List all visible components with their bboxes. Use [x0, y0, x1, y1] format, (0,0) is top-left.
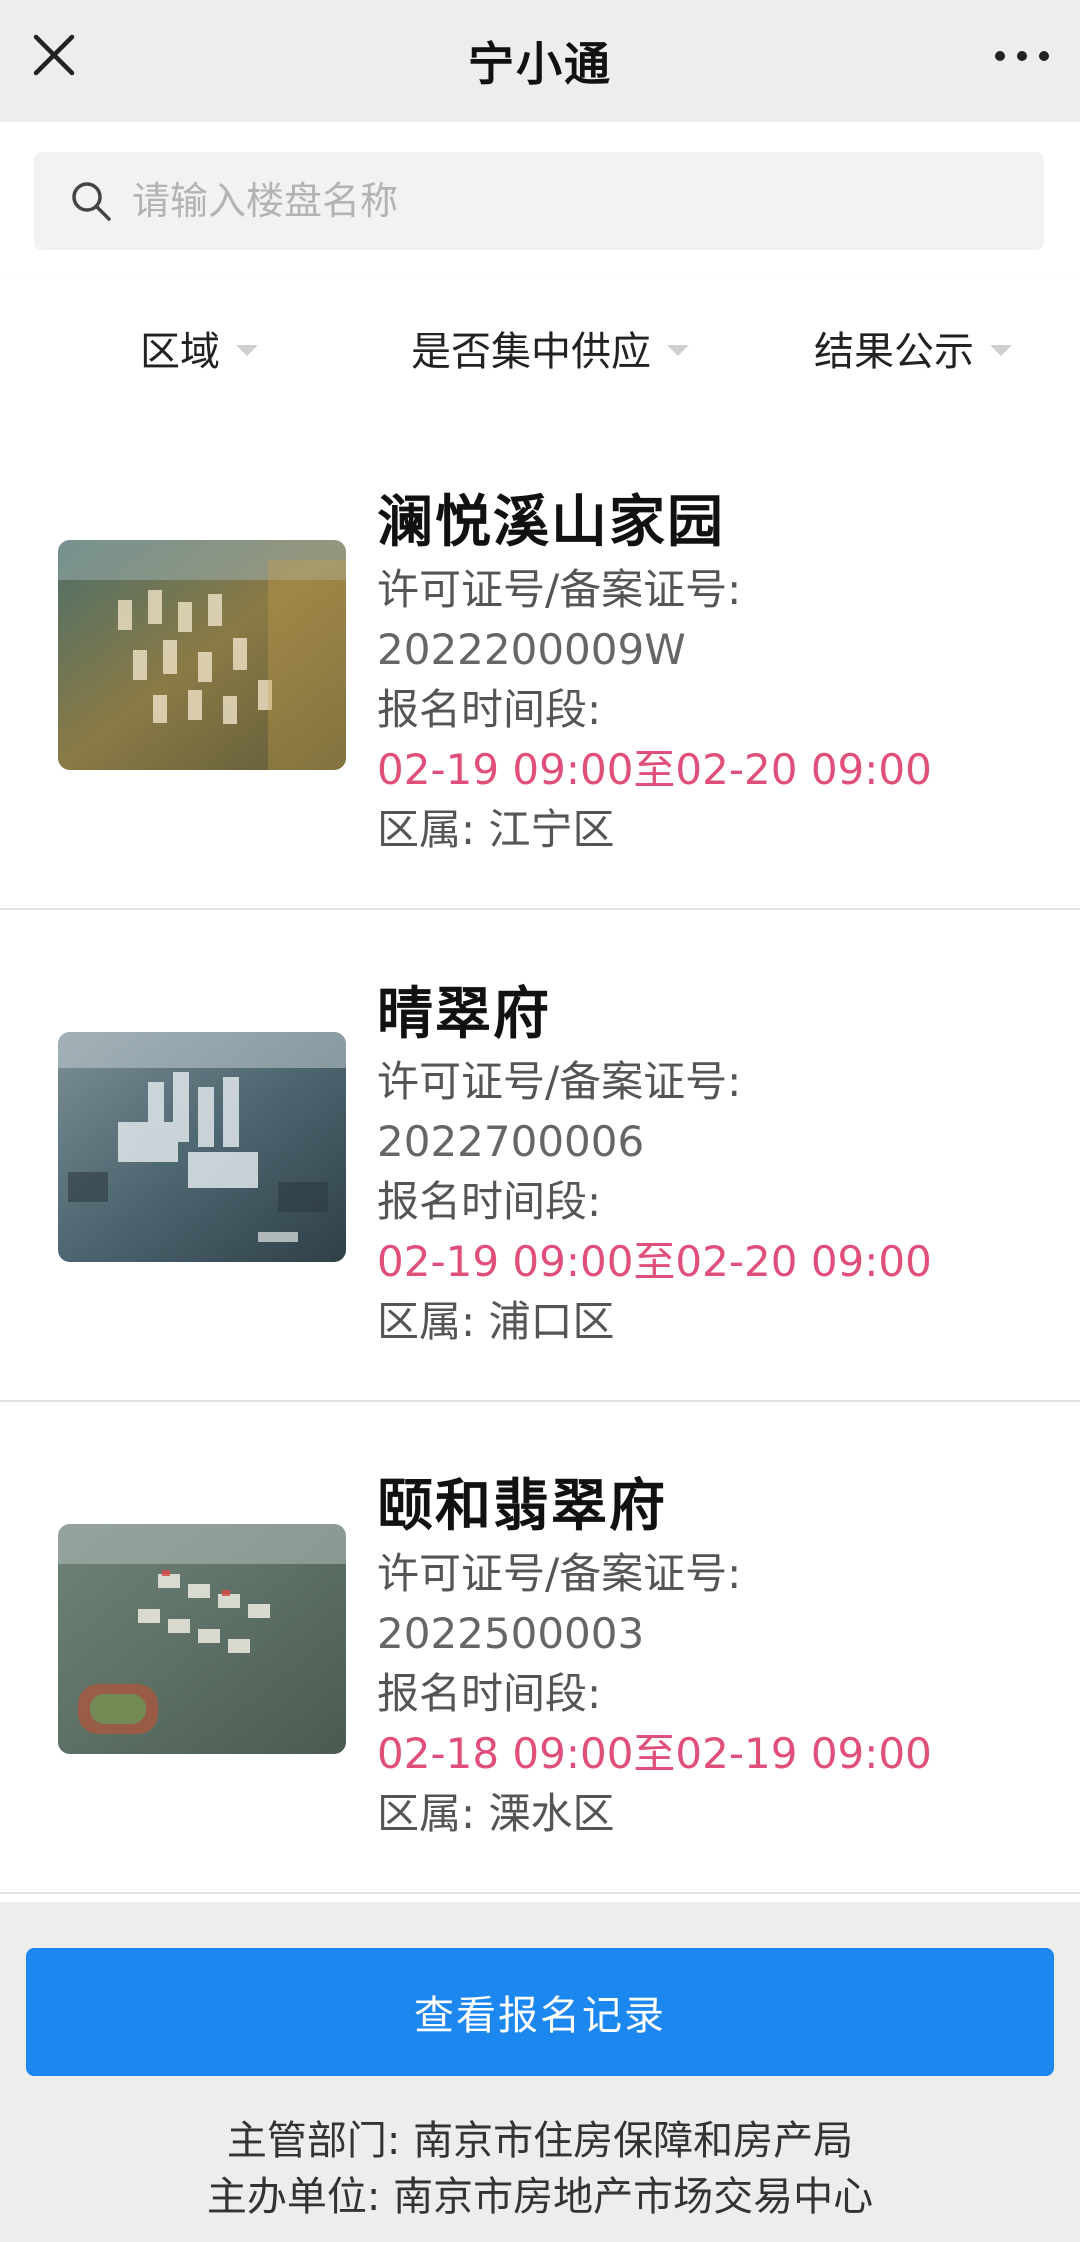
filter-label: 区域 — [140, 329, 220, 375]
caret-down-icon — [990, 344, 1012, 356]
district-value: 江宁区 — [488, 805, 615, 854]
more-dots-icon[interactable] — [992, 36, 1052, 76]
filter-centralized-supply[interactable]: 是否集中供应 — [411, 278, 689, 418]
view-records-button[interactable]: 查看报名记录 — [26, 1948, 1054, 2076]
registration-period: 02-19 09:00至02-20 09:00 — [377, 1237, 932, 1286]
registration-period: 02-18 09:00至02-19 09:00 — [377, 1729, 932, 1778]
project-thumbnail — [58, 1032, 346, 1262]
district-label: 区属: — [377, 1297, 476, 1346]
district-value: 浦口区 — [488, 1297, 615, 1346]
close-icon[interactable] — [30, 31, 78, 79]
license-label: 许可证号/备案证号: — [377, 1057, 742, 1106]
project-thumbnail — [58, 1524, 346, 1754]
district-label: 区属: — [377, 1789, 476, 1838]
listing-item[interactable]: 澜悦溪山家园 许可证号/备案证号: 2022200009W 报名时间段: 02-… — [0, 418, 1080, 910]
filter-label: 是否集中供应 — [411, 329, 651, 375]
search-input[interactable] — [130, 178, 1014, 224]
license-label: 许可证号/备案证号: — [377, 1549, 742, 1598]
search-area — [0, 122, 1080, 278]
period-label: 报名时间段: — [377, 1177, 602, 1226]
filter-results[interactable]: 结果公示 — [814, 278, 1012, 418]
search-box[interactable] — [34, 152, 1044, 250]
project-name: 澜悦溪山家园 — [377, 490, 725, 555]
caret-down-icon — [236, 344, 258, 356]
filter-label: 结果公示 — [814, 329, 974, 375]
registration-period: 02-19 09:00至02-20 09:00 — [377, 745, 932, 794]
listing-item[interactable]: 晴翠府 许可证号/备案证号: 2022700006 报名时间段: 02-19 0… — [0, 910, 1080, 1402]
title-bar: 宁小通 — [0, 0, 1080, 122]
license-number: 2022500003 — [377, 1609, 645, 1658]
license-number: 2022200009W — [377, 625, 686, 674]
period-label: 报名时间段: — [377, 1669, 602, 1718]
caret-down-icon — [667, 344, 689, 356]
footer-supervisor: 主管部门: 南京市住房保障和房产局 — [226, 2118, 854, 2164]
page-title: 宁小通 — [468, 37, 612, 91]
bottom-bar: 查看报名记录 主管部门: 南京市住房保障和房产局 主办单位: 南京市房地产市场交… — [0, 1902, 1080, 2242]
listing-list: 澜悦溪山家园 许可证号/备案证号: 2022200009W 报名时间段: 02-… — [0, 418, 1080, 1902]
period-label: 报名时间段: — [377, 685, 602, 734]
filter-bar: 区域 是否集中供应 结果公示 — [0, 278, 1080, 418]
project-name: 晴翠府 — [377, 982, 551, 1047]
project-name: 颐和翡翠府 — [377, 1474, 667, 1539]
district-label: 区属: — [377, 805, 476, 854]
search-icon — [72, 182, 111, 221]
license-label: 许可证号/备案证号: — [377, 565, 742, 614]
listing-item[interactable]: 颐和翡翠府 许可证号/备案证号: 2022500003 报名时间段: 02-18… — [0, 1402, 1080, 1894]
license-number: 2022700006 — [377, 1117, 645, 1166]
footer-organizer: 主办单位: 南京市房地产市场交易中心 — [206, 2174, 874, 2220]
filter-region[interactable]: 区域 — [140, 278, 258, 418]
project-thumbnail — [58, 540, 346, 770]
district-value: 溧水区 — [488, 1789, 615, 1838]
